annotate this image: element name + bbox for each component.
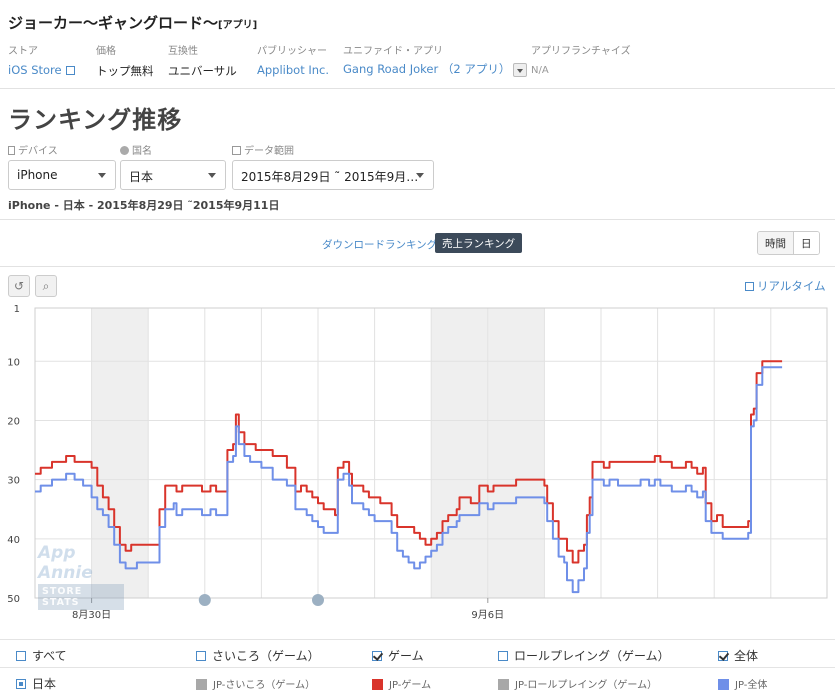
granularity-day-button[interactable]: 日 <box>793 232 819 254</box>
meta-franchise: アプリフランチャイズ N/A <box>531 42 631 76</box>
divider <box>0 88 835 89</box>
unified-app-link[interactable]: Gang Road Joker （2 アプリ） <box>343 61 528 77</box>
meta-label: ストア <box>8 46 38 57</box>
country-select[interactable]: 日本 <box>120 160 226 190</box>
legend-category-rpg[interactable]: ロールプレイング（ゲーム） <box>498 647 670 664</box>
checkbox-checked[interactable] <box>372 651 382 661</box>
app-meta: ストア iOS Store 価格 トップ無料 互換性 ユニバーサル パブリッシャ… <box>8 42 828 82</box>
series-swatch <box>718 679 729 690</box>
checkbox[interactable] <box>498 651 508 661</box>
meta-unified: ユニファイド・アプリ Gang Road Joker （2 アプリ） <box>343 42 528 77</box>
undo-icon: ↺ <box>13 279 25 293</box>
legend-series-overall[interactable]: JP-全体 <box>718 676 767 691</box>
y-tick-label: 1 <box>14 304 20 315</box>
watermark-bottom: STORE STATS <box>38 584 124 610</box>
revenue-ranking-tab[interactable]: 売上ランキング <box>435 233 523 253</box>
app-title: ジョーカー～ギャングロード～[アプリ] <box>8 14 258 32</box>
country-filter: 国名 日本 <box>120 142 226 190</box>
legend-category-dice[interactable]: さいころ（ゲーム） <box>196 647 320 664</box>
device-filter: デバイス iPhone <box>8 142 116 190</box>
meta-franchise-value: N/A <box>531 65 549 76</box>
x-tick-label: 9月6日 <box>471 609 504 621</box>
series-swatch <box>498 679 509 690</box>
reset-zoom-button[interactable]: ↺ <box>8 275 30 297</box>
meta-price: 価格 トップ無料 <box>96 42 154 79</box>
calendar-icon <box>232 146 241 155</box>
series-swatch <box>196 679 207 690</box>
external-link-icon <box>65 66 75 75</box>
watermark-top: App Annie <box>38 543 93 583</box>
series-swatch <box>372 679 383 690</box>
y-tick-label: 40 <box>7 535 20 546</box>
country-label: 国名 <box>120 142 226 157</box>
comment-marker-icon <box>198 594 211 606</box>
y-tick-label: 50 <box>7 594 20 605</box>
meta-label: ユニファイド・アプリ <box>343 46 443 57</box>
y-tick-label: 20 <box>7 416 20 427</box>
comment-marker-icon <box>312 594 324 606</box>
publisher-link[interactable]: Applibot Inc. <box>257 63 329 77</box>
legend-category-all[interactable]: すべて <box>16 647 67 664</box>
checkbox[interactable] <box>16 651 26 661</box>
category-legend-row: すべて さいころ（ゲーム） ゲーム ロールプレイング（ゲーム） 全体 <box>0 639 835 667</box>
legend-category-overall[interactable]: 全体 <box>718 647 758 664</box>
device-label: デバイス <box>8 142 116 157</box>
realtime-toggle[interactable]: リアルタイム <box>745 278 826 294</box>
meta-label: パブリッシャー <box>257 46 327 57</box>
globe-icon <box>120 146 129 155</box>
checkbox[interactable] <box>196 651 206 661</box>
realtime-checkbox[interactable] <box>745 282 754 291</box>
legend-series-dice[interactable]: JP-さいころ（ゲーム） <box>196 676 315 691</box>
legend-series-game[interactable]: JP-ゲーム <box>372 676 431 691</box>
chevron-down-icon[interactable] <box>513 62 528 77</box>
device-select[interactable]: iPhone <box>8 160 116 190</box>
date-filter: データ範囲 2015年8月29日 ˜ 2015年9月… <box>232 142 434 190</box>
meta-store-link[interactable]: iOS Store <box>8 63 75 77</box>
series-legend-row: 日本 JP-さいころ（ゲーム） JP-ゲーム JP-ロールプレイング（ゲーム） … <box>0 667 835 700</box>
checkbox-checked[interactable] <box>718 651 728 661</box>
meta-price-value: トップ無料 <box>96 64 154 78</box>
app-title-suffix: [アプリ] <box>218 20 258 31</box>
legend-series-rpg[interactable]: JP-ロールプレイング（ゲーム） <box>498 676 657 691</box>
meta-label: 価格 <box>96 46 116 57</box>
granularity-toggle: 時間 日 <box>757 231 820 255</box>
meta-compat: 互換性 ユニバーサル <box>168 42 237 79</box>
granularity-hour-button[interactable]: 時間 <box>758 232 793 254</box>
zoom-icon: ⌕ <box>42 279 50 293</box>
section-title: ランキング推移 <box>8 106 183 134</box>
x-tick-label: 8月30日 <box>72 609 111 621</box>
app-annie-watermark: App Annie STORE STATS <box>38 543 124 610</box>
legend-category-game[interactable]: ゲーム <box>372 647 424 664</box>
phone-icon <box>8 146 15 155</box>
legend-country[interactable]: 日本 <box>16 675 56 692</box>
meta-compat-value: ユニバーサル <box>168 64 237 78</box>
y-tick-label: 30 <box>7 476 20 487</box>
meta-label: アプリフランチャイズ <box>531 46 631 57</box>
meta-publisher: パブリッシャー Applibot Inc. <box>257 42 329 77</box>
zoom-button[interactable]: ⌕ <box>35 275 57 297</box>
filter-summary: iPhone - 日本 - 2015年8月29日 ˜2015年9月11日 <box>8 199 280 212</box>
date-label: データ範囲 <box>232 142 434 157</box>
ranking-chart: 1 10 20 30 40 50 8月30日 9月6日 <box>7 304 828 621</box>
country-radio[interactable] <box>16 679 26 689</box>
divider <box>0 219 835 220</box>
divider <box>0 266 835 267</box>
meta-store: ストア iOS Store <box>8 42 75 77</box>
meta-label: 互換性 <box>168 46 198 57</box>
y-tick-label: 10 <box>7 357 20 368</box>
download-ranking-tab[interactable]: ダウンロードランキング <box>322 237 437 252</box>
date-range-select[interactable]: 2015年8月29日 ˜ 2015年9月… <box>232 160 434 190</box>
